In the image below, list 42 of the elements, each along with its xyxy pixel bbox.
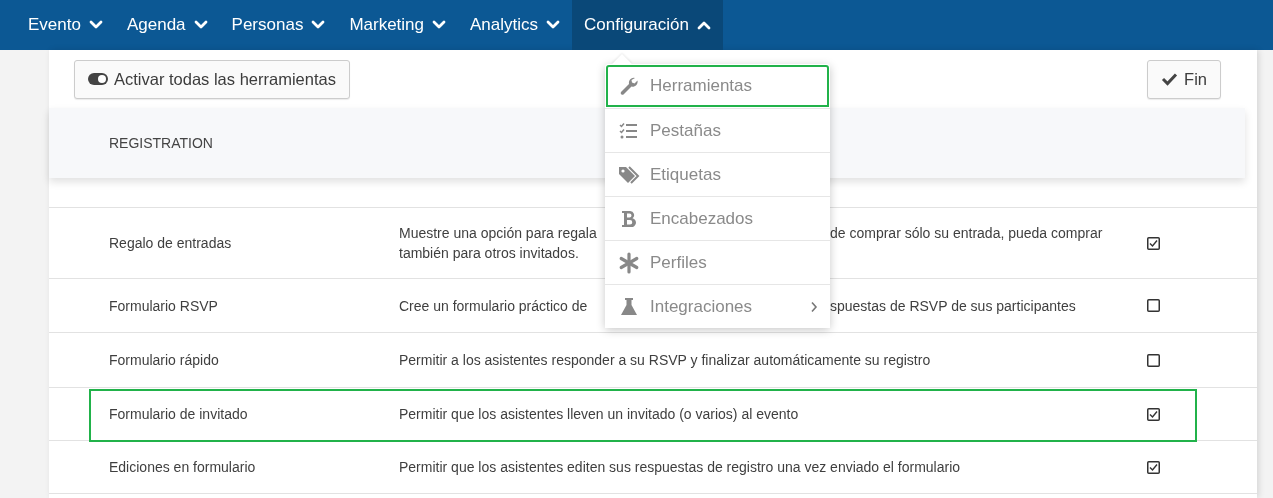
feature-description: Permitir que los asistentes editen sus respuestas de registro una vez enviado el formulario xyxy=(399,458,961,476)
nav-menu[interactable]: Evento xyxy=(16,0,115,50)
feature-description: Permitir que los asistentes lleven un invitado (o varios) al evento xyxy=(399,405,799,423)
feature-description: Cree un formulario práctico de xyxy=(399,296,588,315)
checkbox[interactable] xyxy=(1147,353,1160,367)
feature-name: Regalo de entradas xyxy=(109,235,233,251)
asterisk-icon xyxy=(618,251,640,274)
chevron-down-icon xyxy=(88,20,103,30)
chevron-down-icon xyxy=(546,20,561,30)
feature-name: Ediciones en formulario xyxy=(109,459,257,475)
nav-menu[interactable]: Configuración xyxy=(572,0,723,50)
nav-menu[interactable]: Agenda xyxy=(114,0,220,50)
chevron-down-icon xyxy=(311,20,326,30)
wrench-icon xyxy=(618,75,640,97)
check-icon xyxy=(1161,72,1179,86)
done-button[interactable]: Fin xyxy=(1147,59,1221,99)
menu-item[interactable]: Perfiles xyxy=(605,240,830,284)
feature-description: de comprar sólo su entrada, pueda comprar xyxy=(830,224,1103,242)
nav-menu[interactable]: Personas xyxy=(219,0,338,50)
feature-description: Muestre una opción para regala xyxy=(399,224,597,242)
checkbox[interactable] xyxy=(1147,236,1160,250)
menu-item[interactable]: Pestañas xyxy=(605,108,830,152)
nav-menu[interactable]: Marketing xyxy=(337,0,459,50)
flask-icon xyxy=(618,295,640,318)
feature-description: spuestas de RSVP de sus participantes xyxy=(830,296,1076,315)
chevron-down-icon xyxy=(193,20,208,30)
checkbox[interactable] xyxy=(1147,460,1160,474)
feature-name: Formulario de invitado xyxy=(109,406,249,422)
tag-icon xyxy=(618,163,640,186)
checkbox[interactable] xyxy=(1147,407,1160,421)
chevron-up-icon xyxy=(696,20,711,30)
section-header: REGISTRATION xyxy=(109,135,213,151)
chevron-down-icon xyxy=(432,20,447,30)
feature-name: Formulario rápido xyxy=(109,352,220,368)
toggle-all-button[interactable]: Activar todas las herramientas xyxy=(74,59,350,99)
toggle-icon xyxy=(88,73,108,85)
feature-description: también para otros invitados. xyxy=(399,244,579,262)
feature-description: Permitir a los asistentes responder a su RSVP y finalizar automáticamente su registro xyxy=(399,351,931,369)
feature-name: Formulario RSVP xyxy=(109,297,219,314)
menu-item[interactable]: Encabezados xyxy=(605,196,830,240)
checkbox[interactable] xyxy=(1147,299,1160,312)
nav-menu[interactable]: Analytics xyxy=(458,0,573,50)
